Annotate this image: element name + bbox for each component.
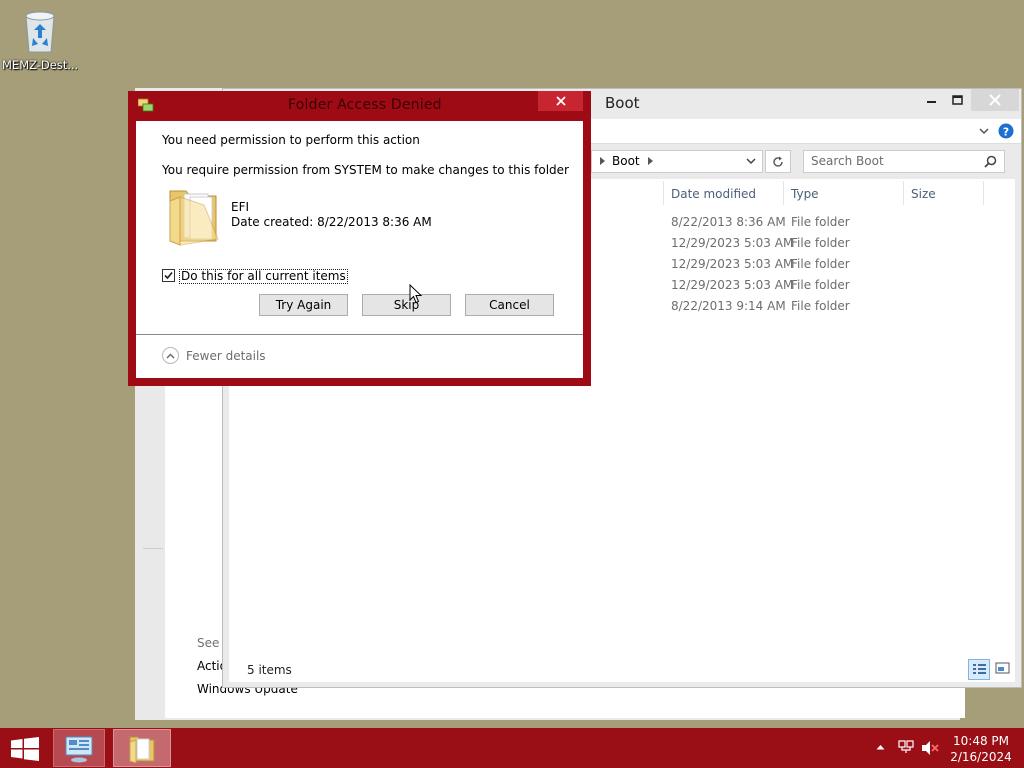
refresh-button[interactable]: [765, 150, 791, 173]
dialog-body: You need permission to perform this acti…: [136, 121, 583, 378]
status-item-count: 5 items: [247, 663, 292, 677]
skip-button[interactable]: Skip: [362, 294, 451, 316]
folder-icon: [129, 736, 155, 763]
row-type: File folder: [791, 215, 850, 229]
dialog-close-button[interactable]: [538, 91, 583, 111]
start-button[interactable]: [11, 737, 39, 761]
divider: [136, 334, 583, 335]
details-view-button[interactable]: [968, 659, 990, 680]
close-icon: [989, 94, 1001, 106]
volume-muted-icon[interactable]: [921, 740, 939, 756]
row-type: File folder: [791, 278, 850, 292]
desktop-icon-label: MEMZ-Dest...: [2, 58, 78, 72]
chevron-up-icon[interactable]: [162, 347, 179, 364]
apply-to-all-label[interactable]: Do this for all current items: [179, 269, 348, 284]
large-icons-view-icon: [995, 662, 1010, 674]
svg-text:?: ?: [1003, 126, 1009, 139]
large-icons-view-button[interactable]: [993, 659, 1013, 678]
apply-to-all-checkbox[interactable]: [162, 269, 175, 282]
permission-message: You need permission to perform this acti…: [162, 133, 420, 147]
row-date: 8/22/2013 9:14 AM: [671, 299, 786, 313]
taskbar-control-panel-button[interactable]: [53, 729, 105, 767]
window-title: Boot: [605, 94, 640, 112]
taskbar-file-explorer-button[interactable]: [113, 729, 171, 767]
column-divider: [663, 181, 664, 205]
row-date: 8/22/2013 8:36 AM: [671, 215, 786, 229]
mouse-cursor-icon: [409, 284, 423, 304]
close-icon: [555, 96, 566, 106]
chevron-down-icon[interactable]: [979, 128, 989, 136]
try-again-button[interactable]: Try Again: [259, 294, 348, 316]
clock-time: 10:48 PM: [953, 734, 1009, 748]
column-header-date[interactable]: Date modified: [671, 187, 756, 201]
column-divider: [783, 181, 784, 205]
row-date: 12/29/2023 5:03 AM: [671, 278, 794, 292]
folder-name: EFI: [231, 200, 250, 214]
column-header-type[interactable]: Type: [791, 187, 819, 201]
search-placeholder: Search Boot: [811, 154, 884, 168]
row-type: File folder: [791, 257, 850, 271]
taskbar: 10:48 PM 2/16/2024: [0, 728, 1024, 768]
breadcrumb-arrow-icon: [648, 157, 653, 165]
checkmark-icon: [164, 271, 173, 280]
show-hidden-icons-icon[interactable]: [876, 744, 885, 750]
row-type: File folder: [791, 236, 850, 250]
recycle-bin-icon: [25, 11, 55, 53]
breadcrumb-arrow-icon: [600, 157, 605, 165]
row-date: 12/29/2023 5:03 AM: [671, 257, 794, 271]
row-date: 12/29/2023 5:03 AM: [671, 236, 794, 250]
fewer-details-link[interactable]: Fewer details: [186, 349, 266, 363]
refresh-icon: [773, 156, 783, 167]
folder-date-created: Date created: 8/22/2013 8:36 AM: [231, 215, 432, 229]
divider: [143, 548, 163, 549]
column-divider: [983, 181, 984, 205]
column-divider: [903, 181, 904, 205]
search-icon: [984, 155, 997, 168]
folder-icon: [169, 190, 219, 246]
breadcrumb-boot[interactable]: Boot: [612, 154, 640, 168]
address-bar[interactable]: Boot: [591, 150, 763, 173]
folder-access-denied-dialog: Folder Access Denied You need permission…: [128, 91, 591, 386]
maximize-icon: [952, 94, 963, 105]
close-button[interactable]: [971, 89, 1019, 111]
dialog-app-icon: [138, 98, 154, 112]
control-panel-icon: [65, 736, 93, 763]
details-view-icon: [973, 664, 986, 674]
network-icon[interactable]: [898, 740, 914, 754]
search-input[interactable]: Search Boot: [803, 150, 1005, 173]
clock[interactable]: 10:48 PM 2/16/2024: [945, 733, 1017, 765]
permission-detail: You require permission from SYSTEM to ma…: [162, 163, 569, 177]
clock-date: 2/16/2024: [950, 750, 1012, 764]
dialog-title: Folder Access Denied: [288, 97, 442, 113]
recycle-bin-desktop-icon[interactable]: MEMZ-Dest...: [2, 6, 78, 76]
help-icon[interactable]: ?: [998, 123, 1014, 139]
chevron-down-icon[interactable]: [746, 158, 756, 166]
column-header-size[interactable]: Size: [911, 187, 936, 201]
row-type: File folder: [791, 299, 850, 313]
cancel-button[interactable]: Cancel: [465, 294, 554, 316]
